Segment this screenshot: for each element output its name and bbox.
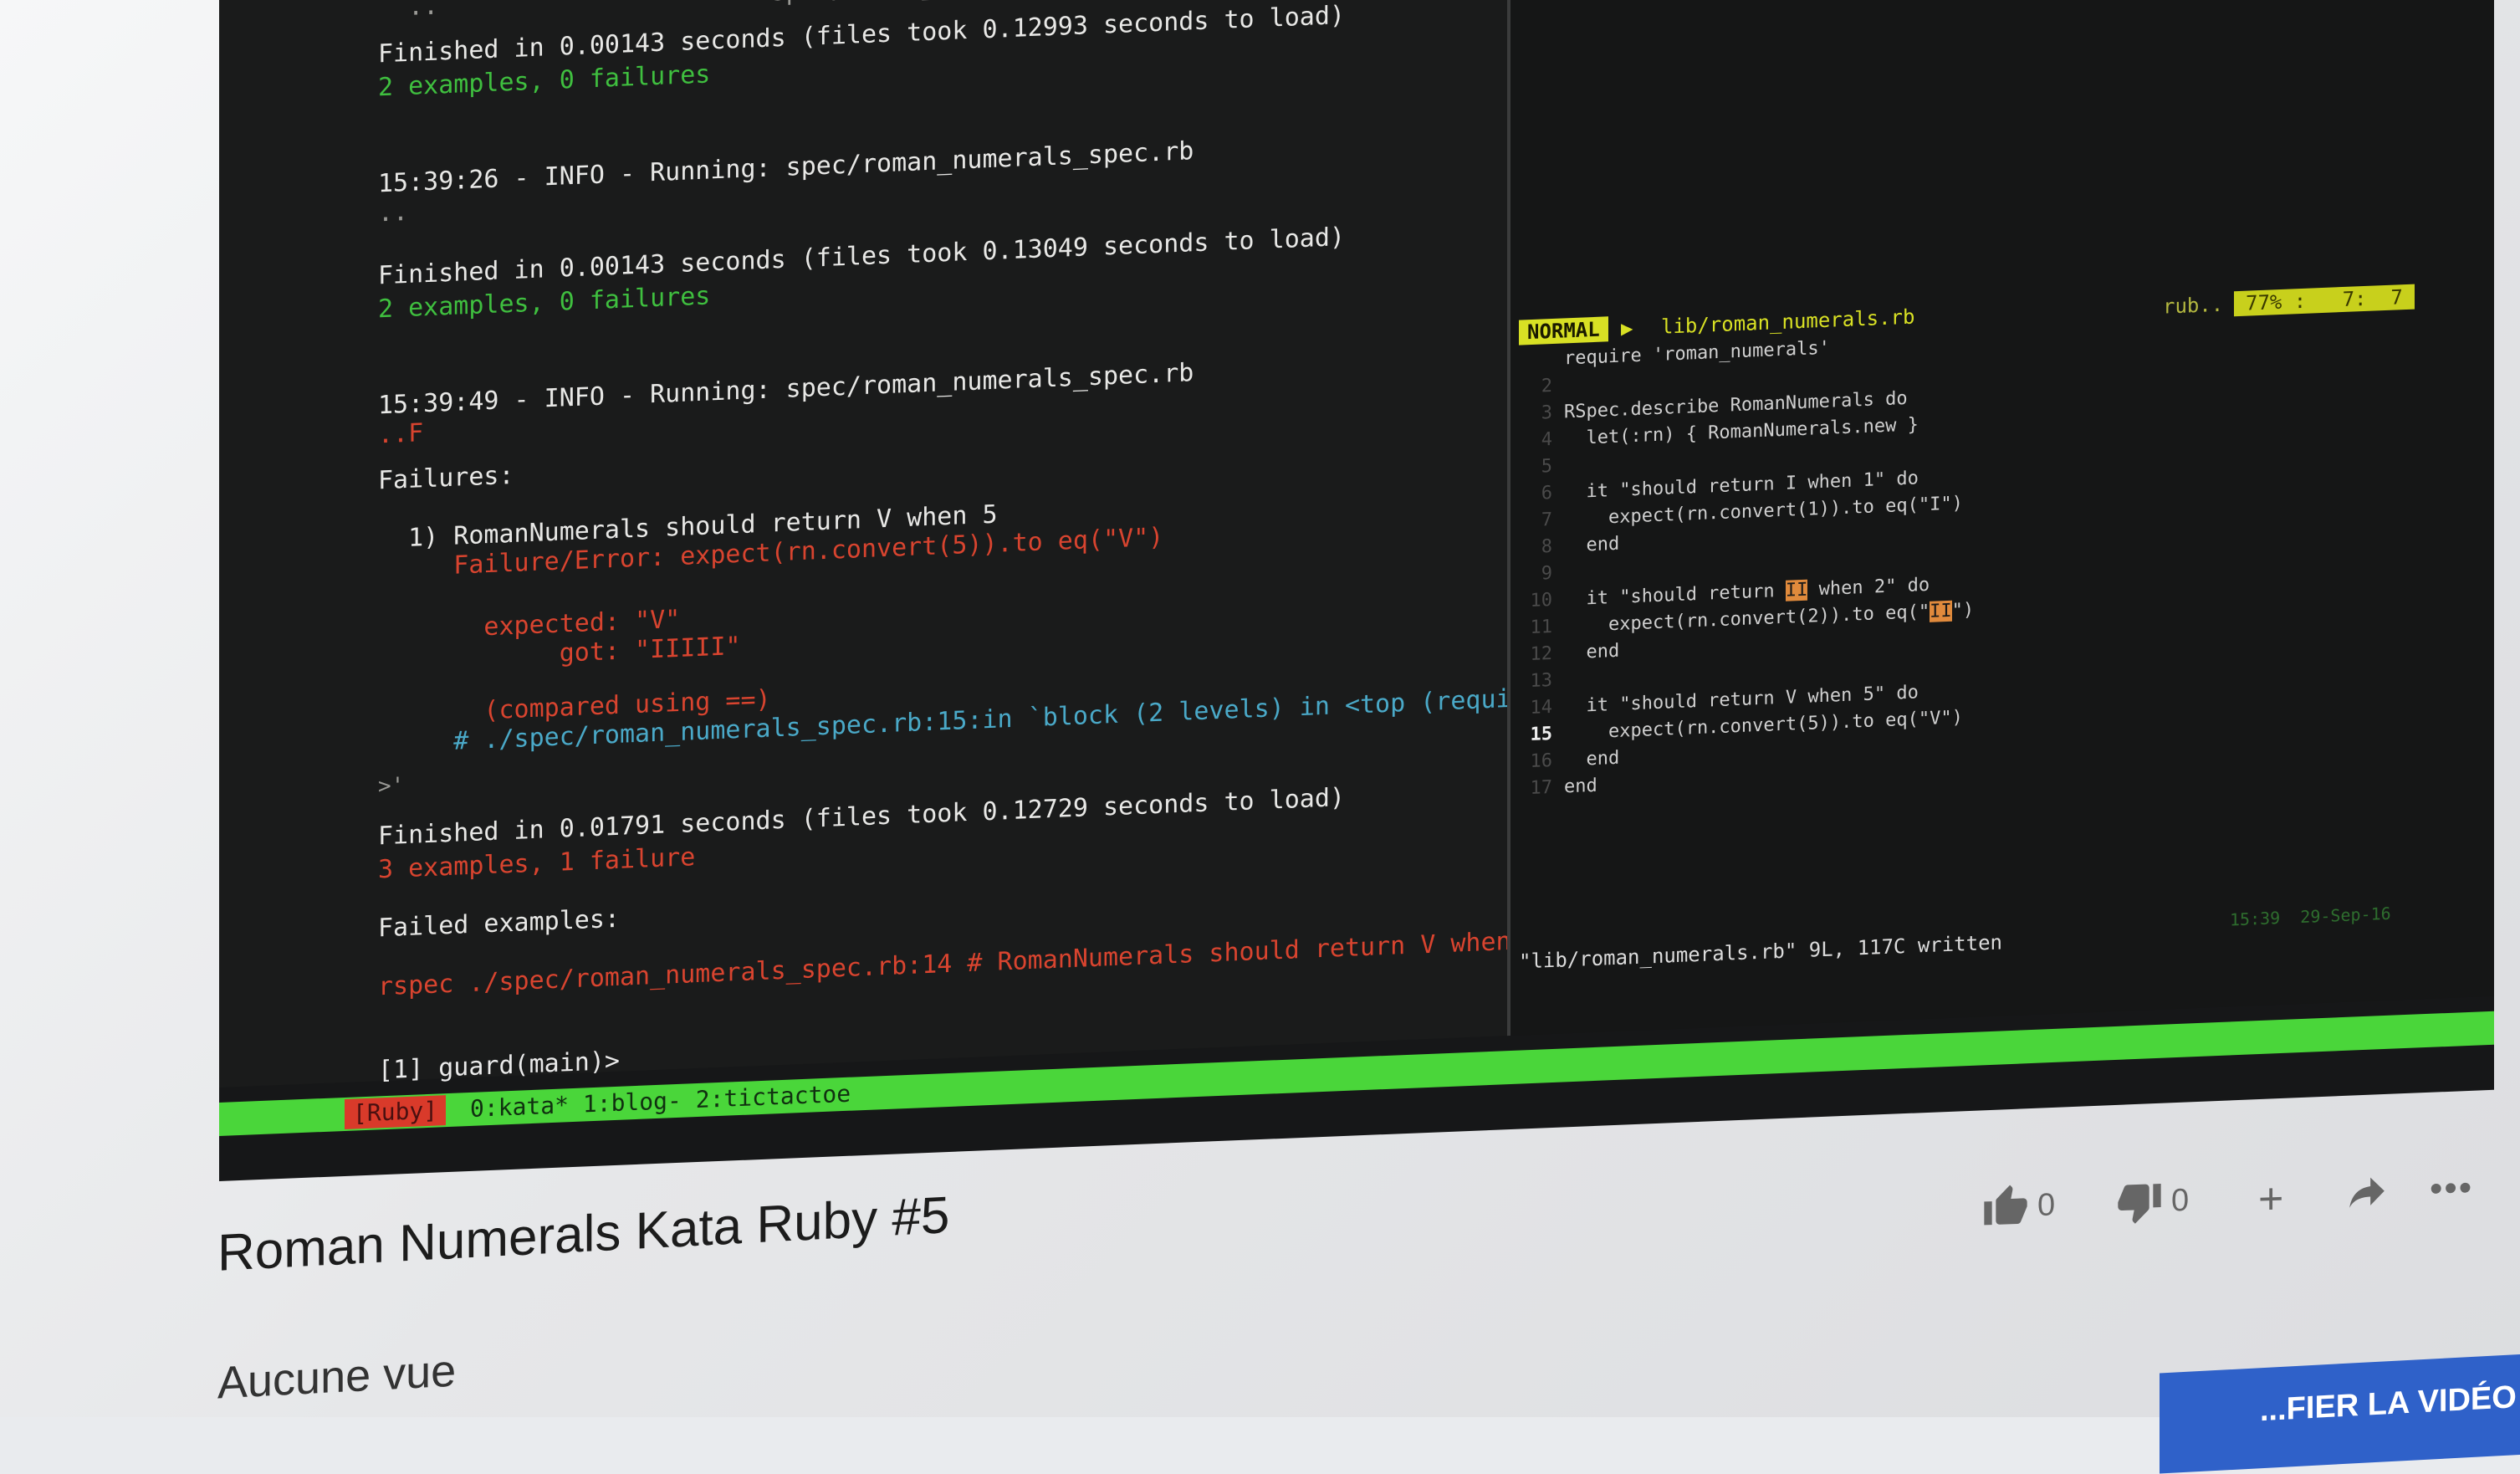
- line-number: 13: [1530, 669, 1553, 693]
- add-icon: +: [2258, 1174, 2284, 1224]
- vim-message-line: "lib/roman_numerals.rb" 9L, 117C written: [1519, 930, 2002, 974]
- line-number: 4: [1541, 428, 1552, 451]
- video-player[interactable]: .. spec/roman_numerals_spec.rbFinished i…: [219, 0, 2494, 1181]
- line-number: 11: [1530, 616, 1553, 639]
- subscribe-button[interactable]: ...FIER LA VIDÉO: [2160, 1354, 2520, 1474]
- tmux-session-name: [Ruby]: [345, 1095, 447, 1129]
- code-line: end: [1564, 747, 1620, 771]
- vim-filetype: rub..: [2163, 292, 2224, 319]
- line-number: 5: [1541, 455, 1552, 478]
- line-number: 8: [1541, 535, 1552, 558]
- line-number: 15: [1530, 723, 1553, 746]
- terminal-line: Failed examples:: [378, 903, 620, 944]
- terminal-line: ..F: [378, 418, 424, 450]
- terminal-line: rspec ./spec/roman_numerals_spec.rb:14 #…: [378, 925, 1541, 1002]
- vim-filename: lib/roman_numerals.rb: [1661, 305, 1915, 339]
- tmux-window-list[interactable]: 0:kata* 1:blog- 2:tictactoe: [470, 1079, 851, 1124]
- vim-mode-indicator: NORMAL: [1519, 316, 1608, 345]
- like-count: 0: [2037, 1186, 2056, 1223]
- line-number: 16: [1530, 750, 1553, 773]
- vim-statusline: NORMAL ▶ lib/roman_numerals.rb rub.. 77%…: [1519, 284, 2431, 345]
- vim-cursor-position: 77% : 7: 7: [2234, 284, 2415, 317]
- terminal-line: ..: [378, 197, 409, 228]
- like-button[interactable]: 0: [1982, 1181, 2055, 1231]
- tmux-clock: 15:39 29-Sep-16: [2230, 903, 2391, 930]
- line-number: 3: [1541, 402, 1552, 424]
- line-number: 10: [1530, 589, 1553, 612]
- terminal-line: 15:39:26 - INFO - Running: spec/roman_nu…: [378, 136, 1194, 199]
- thumbs-down-icon: [2116, 1178, 2163, 1226]
- thumbs-up-icon: [1982, 1183, 2029, 1231]
- terminal-line: >': [378, 773, 405, 800]
- line-number: 7: [1541, 509, 1552, 531]
- code-line: end: [1564, 533, 1620, 557]
- guard-prompt[interactable]: [1] guard(main)>: [378, 1047, 620, 1086]
- line-number: 12: [1530, 642, 1553, 666]
- more-button[interactable]: •••: [2430, 1167, 2473, 1210]
- terminal-line: 15:39:49 - INFO - Running: spec/roman_nu…: [378, 358, 1194, 421]
- code-line: end: [1564, 775, 1597, 798]
- vim-pane: NORMAL ▶ lib/roman_numerals.rb rub.. 77%…: [1510, 0, 2494, 1036]
- terminal-line: Finished in 0.00143 seconds (files took …: [378, 222, 1345, 291]
- line-number: 17: [1530, 776, 1553, 800]
- terminal-line: Failures:: [378, 460, 514, 496]
- dislike-count: 0: [2171, 1182, 2190, 1219]
- line-number: 2: [1541, 375, 1552, 397]
- terminal-pane: .. spec/roman_numerals_spec.rbFinished i…: [219, 0, 1602, 1088]
- line-number: 9: [1541, 562, 1552, 585]
- line-number: 6: [1541, 482, 1552, 504]
- chevron-right-icon: ▶: [1621, 316, 1633, 340]
- line-number: 14: [1530, 696, 1553, 719]
- share-icon: [2346, 1170, 2388, 1214]
- dislike-button[interactable]: 0: [2116, 1177, 2189, 1226]
- more-icon: •••: [2430, 1166, 2474, 1210]
- add-to-playlist-button[interactable]: +: [2258, 1174, 2283, 1225]
- terminal-line: Finished in 0.01791 seconds (files took …: [378, 782, 1345, 852]
- code-line: end: [1564, 640, 1620, 664]
- share-button[interactable]: [2346, 1170, 2388, 1214]
